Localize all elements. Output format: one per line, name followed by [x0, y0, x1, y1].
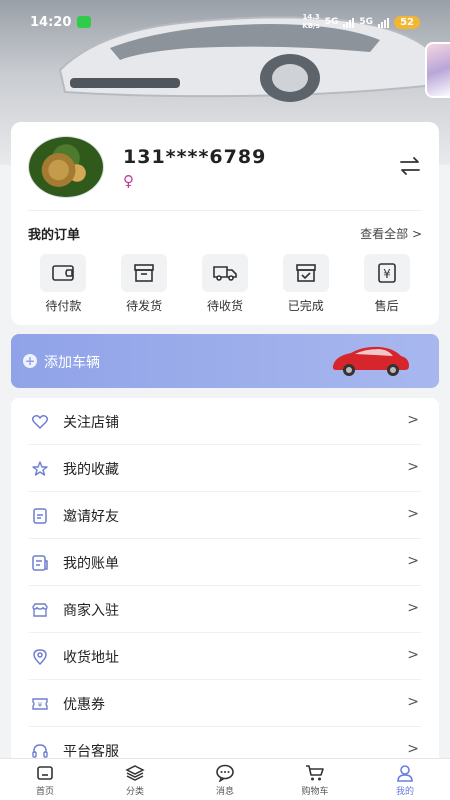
- box-icon: [134, 264, 154, 282]
- home-icon: [37, 766, 53, 780]
- chevron-right-icon: >: [407, 600, 419, 616]
- user-phone: 131****6789: [123, 146, 267, 168]
- order-label: 已完成: [287, 299, 324, 313]
- divider: [28, 210, 422, 211]
- wallet-icon: [52, 265, 75, 281]
- signal-label-1: 5G: [324, 17, 339, 27]
- menu-item-label: 收货地址: [63, 650, 119, 666]
- menu-item-label: 平台客服: [63, 744, 119, 758]
- menu-item-label: 我的收藏: [63, 462, 119, 478]
- location-icon: [33, 649, 47, 666]
- chevron-right-icon: >: [407, 553, 419, 569]
- order-label: 待付款: [45, 299, 82, 313]
- status-bar: 14:20 14.3 KB/s 5G 5G 52: [0, 8, 450, 36]
- menu-list: 关注店铺 > 我的收藏 > 邀请好友 > 我的账单 > 商家入驻 > 收货地址 …: [11, 398, 439, 758]
- category-icon: [125, 765, 145, 781]
- menu-item-label: 优惠券: [63, 697, 105, 713]
- signal-label-2: 5G: [359, 17, 374, 27]
- menu-item-followed-shops[interactable]: 关注店铺 >: [11, 398, 439, 445]
- profile-icon: [397, 765, 413, 782]
- after-sales-icon: ¥: [377, 263, 396, 283]
- menu-item-bills[interactable]: 我的账单 >: [11, 539, 439, 586]
- menu-item-shipping-address[interactable]: 收货地址 >: [11, 633, 439, 680]
- order-status-row: 待付款 待发货 待收货 已完成 ¥ 售后: [11, 254, 439, 314]
- heart-icon: [31, 415, 49, 430]
- chevron-right-icon: >: [407, 412, 419, 428]
- network-speed: 14.3 KB/s: [302, 13, 320, 30]
- tab-label: 消息: [215, 787, 234, 797]
- tab-cart[interactable]: 购物车: [270, 759, 360, 800]
- chevron-right-icon: >: [407, 741, 419, 757]
- menu-item-coupons[interactable]: ¥ 优惠券 >: [11, 680, 439, 727]
- floating-avatar[interactable]: [425, 42, 450, 98]
- wechat-icon: [77, 16, 92, 28]
- chevron-right-icon: >: [407, 506, 419, 522]
- store-icon: [32, 603, 48, 617]
- signal-icon-2: [378, 16, 390, 28]
- coupon-icon: ¥: [32, 698, 48, 710]
- order-label: 售后: [374, 299, 399, 313]
- signal-icon: [343, 16, 355, 28]
- svg-text:¥: ¥: [383, 267, 391, 281]
- plus-icon: +: [23, 354, 37, 368]
- menu-item-label: 关注店铺: [63, 415, 119, 431]
- bottom-tab-bar: 首页 分类 消息 购物车 我的: [0, 758, 450, 800]
- menu-item-label: 商家入驻: [63, 603, 119, 619]
- tab-profile[interactable]: 我的: [360, 759, 450, 800]
- add-vehicle-label: 添加车辆: [44, 355, 100, 371]
- invite-icon: [33, 508, 47, 524]
- menu-item-merchant-onboarding[interactable]: 商家入驻 >: [11, 586, 439, 633]
- red-car-icon: [332, 346, 409, 376]
- star-icon: [32, 461, 48, 476]
- switch-account-icon[interactable]: [399, 156, 421, 176]
- menu-item-favorites[interactable]: 我的收藏 >: [11, 445, 439, 492]
- user-card: 131****6789 ♀ 我的订单 查看全部 > 待付款 待发货 待收货 已完…: [11, 122, 439, 325]
- add-vehicle-button[interactable]: + 添加车辆: [11, 334, 439, 388]
- avatar[interactable]: [28, 136, 104, 198]
- order-label: 待收货: [206, 299, 243, 313]
- order-pending-shipment[interactable]: 待发货: [116, 254, 172, 314]
- svg-text:¥: ¥: [38, 701, 43, 709]
- chevron-right-icon: >: [407, 459, 419, 475]
- order-after-sales[interactable]: ¥ 售后: [359, 254, 415, 314]
- view-all-orders-link[interactable]: 查看全部 >: [360, 225, 422, 242]
- headset-icon: [32, 744, 48, 758]
- tab-messages[interactable]: 消息: [180, 759, 270, 800]
- gender-icon: ♀: [123, 172, 134, 190]
- truck-icon: [213, 266, 237, 281]
- message-icon: [216, 764, 234, 782]
- chevron-right-icon: >: [407, 694, 419, 710]
- battery-indicator: 52: [394, 15, 420, 29]
- cart-icon: [306, 765, 324, 781]
- tab-label: 购物车: [301, 787, 329, 797]
- order-completed[interactable]: 已完成: [278, 254, 334, 314]
- status-time: 14:20: [30, 14, 72, 30]
- order-pending-payment[interactable]: 待付款: [35, 254, 91, 314]
- chevron-right-icon: >: [407, 647, 419, 663]
- tab-home[interactable]: 首页: [0, 759, 90, 800]
- menu-item-label: 邀请好友: [63, 509, 119, 525]
- bill-icon: [32, 555, 48, 571]
- menu-item-label: 我的账单: [63, 556, 119, 572]
- tab-label: 首页: [35, 787, 54, 797]
- completed-box-icon: [295, 264, 316, 282]
- tab-label: 分类: [125, 787, 144, 797]
- menu-item-customer-service[interactable]: 平台客服 >: [11, 727, 439, 758]
- tab-category[interactable]: 分类: [90, 759, 180, 800]
- order-pending-receipt[interactable]: 待收货: [197, 254, 253, 314]
- order-label: 待发货: [126, 299, 163, 313]
- tab-label: 我的: [395, 787, 414, 797]
- menu-item-invite-friends[interactable]: 邀请好友 >: [11, 492, 439, 539]
- orders-title: 我的订单: [28, 228, 81, 243]
